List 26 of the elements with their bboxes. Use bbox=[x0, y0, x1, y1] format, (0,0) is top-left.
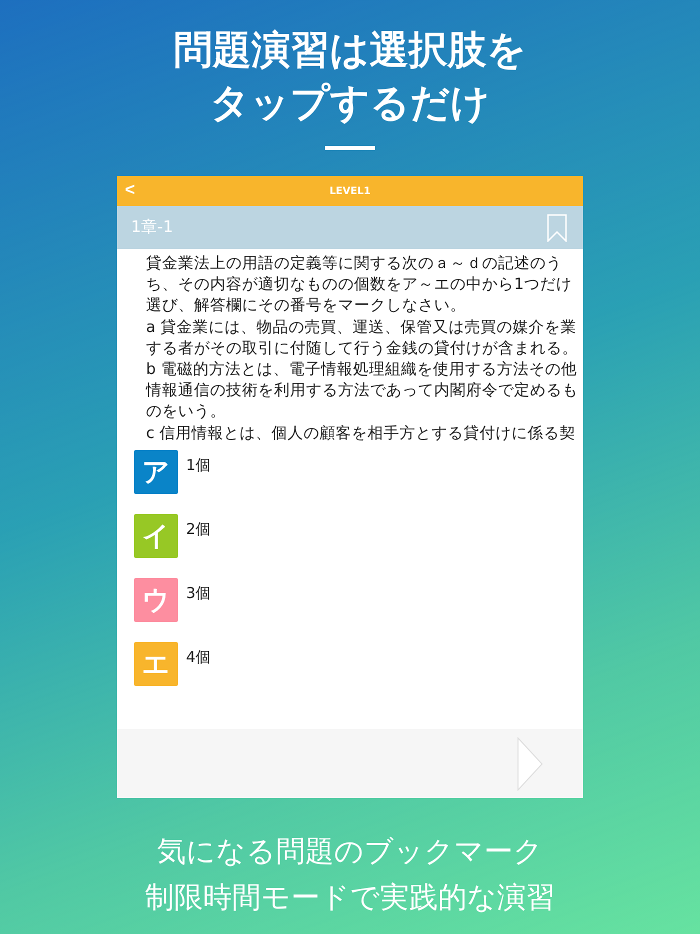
question-text: 情報通信の技術を利用する方法であって内閣府令で定めるも bbox=[146, 380, 579, 402]
choice-button[interactable]: エ bbox=[134, 642, 178, 686]
question-number: 1章-1 bbox=[131, 217, 174, 238]
question-text: b 電磁的方法とは、電子情報処理組織を使用する方法その他 bbox=[146, 359, 578, 380]
question-text: 選び、解答欄にその番号をマークしなさい。 bbox=[146, 295, 467, 316]
question-text: a 貸金業には、物品の売買、運送、保管又は売買の媒介を業 bbox=[146, 316, 578, 338]
question-text: する者がその取引に付随して行う金銭の貸付けが含まれる。 bbox=[146, 338, 579, 359]
caption: 気になる問題のブックマーク bbox=[157, 833, 543, 870]
choice-button[interactable]: ア bbox=[134, 450, 178, 494]
choice-text: 1個 bbox=[186, 456, 211, 475]
choice-text: 3個 bbox=[186, 584, 211, 603]
choice-text: 2個 bbox=[186, 520, 211, 539]
question-text: ち、その内容が適切なものの個数をア～エの中から1つだけ bbox=[146, 274, 573, 296]
next-arrow-icon[interactable] bbox=[517, 736, 543, 790]
question-text: のをいう。 bbox=[146, 401, 227, 422]
headline: タップするだけ bbox=[210, 80, 490, 128]
back-button[interactable]: < bbox=[121, 180, 139, 200]
headline: 問題演習は選択肢を bbox=[174, 27, 526, 75]
screen-title: LEVEL1 bbox=[329, 186, 371, 196]
bookmark-icon[interactable] bbox=[547, 214, 567, 242]
choice-button[interactable]: イ bbox=[134, 514, 178, 558]
question-text: c 信用情報とは、個人の顧客を相手方とする貸付けに係る契 bbox=[146, 422, 576, 444]
choice-text: 4個 bbox=[186, 648, 211, 667]
question-text: 貸金業法上の用語の定義等に関する次のａ～ｄの記述のう bbox=[146, 253, 563, 274]
choice-button[interactable]: ウ bbox=[134, 578, 178, 622]
caption: 制限時間モードで実践的な演習 bbox=[145, 879, 555, 916]
